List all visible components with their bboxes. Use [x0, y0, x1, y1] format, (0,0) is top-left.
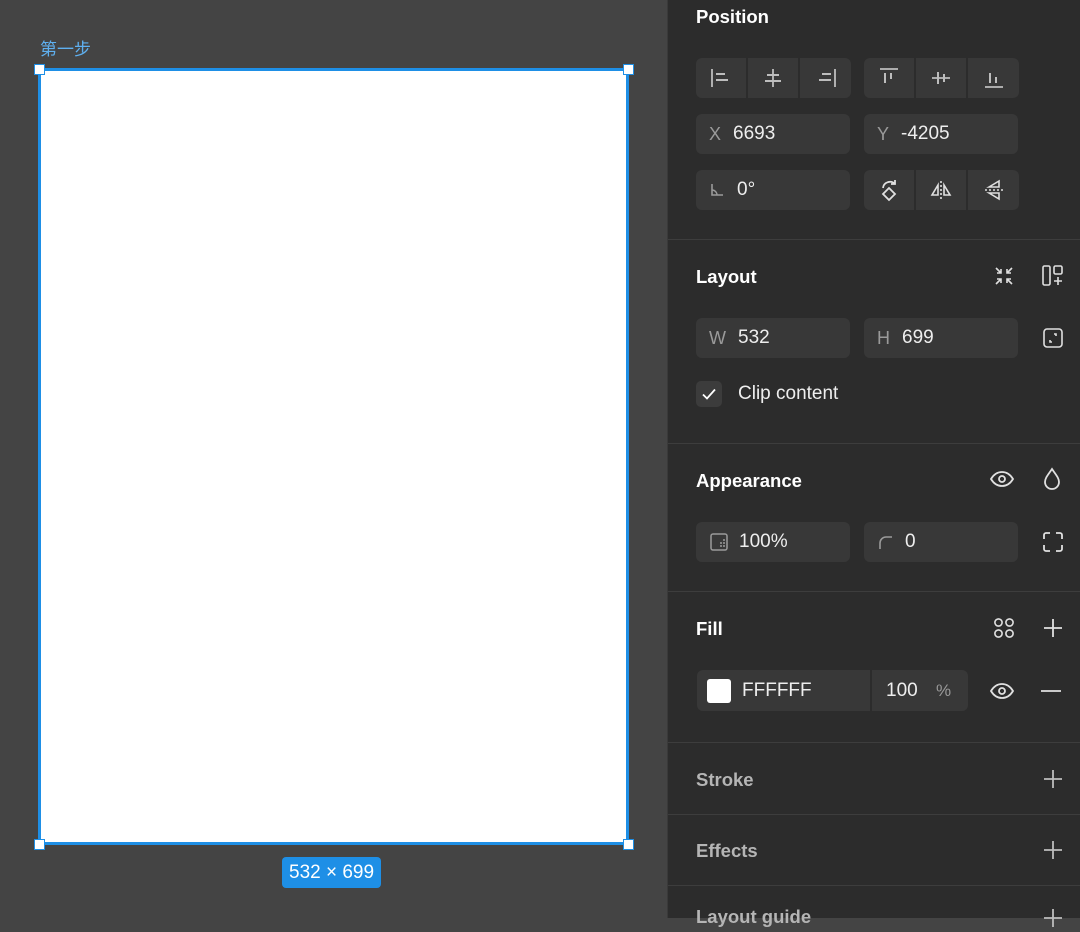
clip-content-checkbox[interactable] [696, 381, 722, 407]
remove-fill-button[interactable] [1037, 677, 1065, 705]
section-divider [668, 239, 1080, 240]
flip-vertical-button[interactable] [968, 170, 1019, 210]
fill-opacity-value[interactable]: 100 [886, 680, 936, 702]
x-position-value[interactable]: 6693 [733, 123, 775, 145]
resize-handle-top-right[interactable] [623, 64, 634, 75]
add-layout-guide-button[interactable] [1039, 904, 1067, 932]
independent-corners-button[interactable] [1039, 528, 1067, 556]
align-bottom-button[interactable] [968, 58, 1019, 98]
fill-row[interactable]: FFFFFF 100 % [697, 670, 968, 711]
minimize-arrows-icon [992, 264, 1016, 288]
frame-name-label[interactable]: 第一步 [40, 35, 91, 60]
selected-frame[interactable] [38, 68, 629, 845]
resize-to-fit-button[interactable] [1039, 324, 1067, 352]
flip-horizontal-button[interactable] [916, 170, 968, 210]
style-library-button[interactable] [990, 614, 1018, 642]
align-right-icon [814, 66, 838, 90]
independent-corners-icon [1041, 530, 1065, 554]
stroke-section-title: Stroke [696, 769, 754, 790]
align-right-button[interactable] [800, 58, 851, 98]
appearance-section-title: Appearance [696, 470, 802, 491]
collapse-layout-button[interactable] [990, 262, 1018, 290]
rotation-value[interactable]: 0° [737, 179, 755, 201]
position-section-title: Position [696, 6, 769, 27]
add-auto-layout-button[interactable] [1039, 262, 1067, 290]
layout-section-title: Layout [696, 266, 757, 287]
section-divider [668, 814, 1080, 815]
plus-icon [1041, 906, 1065, 930]
plus-icon [1041, 616, 1065, 640]
align-top-button[interactable] [864, 58, 916, 98]
fill-opacity-unit: % [936, 680, 952, 700]
toggle-fill-visibility-button[interactable] [988, 677, 1016, 705]
blend-mode-button[interactable] [1038, 465, 1066, 493]
width-value[interactable]: 532 [738, 327, 770, 349]
align-left-icon [709, 66, 733, 90]
w-prefix-label: W [709, 327, 726, 348]
fill-hex-value[interactable]: FFFFFF [742, 680, 870, 702]
rotation-field[interactable]: 0° [696, 170, 850, 210]
eye-icon [988, 465, 1016, 493]
resize-handle-bottom-right[interactable] [623, 839, 634, 850]
align-horizontal-center-icon [761, 66, 785, 90]
y-position-value[interactable]: -4205 [901, 123, 950, 145]
align-top-icon [877, 66, 901, 90]
corner-radius-value[interactable]: 0 [905, 531, 916, 553]
resize-handle-top-left[interactable] [34, 64, 45, 75]
flip-horizontal-icon [929, 178, 953, 202]
section-divider [668, 443, 1080, 444]
section-divider [668, 591, 1080, 592]
align-vertical-center-button[interactable] [916, 58, 968, 98]
opacity-value[interactable]: 100% [739, 531, 788, 553]
add-effect-button[interactable] [1039, 836, 1067, 864]
design-canvas[interactable]: 第一步 532 × 699 [0, 0, 667, 918]
toggle-visibility-button[interactable] [988, 465, 1016, 493]
minus-icon [1039, 679, 1063, 703]
rotate-90-button[interactable] [864, 170, 916, 210]
height-value[interactable]: 699 [902, 327, 934, 349]
rotation-angle-icon [709, 182, 725, 198]
transform-group [864, 170, 1019, 210]
align-left-button[interactable] [696, 58, 748, 98]
horizontal-align-group [696, 58, 851, 98]
fill-color-swatch[interactable] [707, 678, 731, 703]
width-field[interactable]: W 532 [696, 318, 850, 358]
fill-section-title: Fill [696, 618, 723, 639]
y-prefix-label: Y [877, 123, 890, 144]
plus-icon [1041, 838, 1065, 862]
resize-handle-bottom-left[interactable] [34, 839, 45, 850]
align-vertical-center-icon [929, 66, 953, 90]
plus-icon [1041, 767, 1065, 791]
align-horizontal-center-button[interactable] [748, 58, 800, 98]
vertical-align-group [864, 58, 1019, 98]
auto-layout-add-icon [1040, 263, 1066, 289]
section-divider [668, 885, 1080, 886]
clip-content-label[interactable]: Clip content [738, 383, 838, 405]
effects-section-title: Effects [696, 840, 758, 861]
add-fill-button[interactable] [1039, 614, 1067, 642]
y-position-field[interactable]: Y -4205 [864, 114, 1018, 154]
section-divider [668, 742, 1080, 743]
flip-vertical-icon [982, 178, 1006, 202]
eye-icon [988, 677, 1016, 705]
h-prefix-label: H [877, 327, 890, 348]
rotate-icon [877, 178, 901, 202]
corner-radius-icon [877, 534, 893, 550]
corner-radius-field[interactable]: 0 [864, 522, 1018, 562]
align-bottom-icon [982, 66, 1006, 90]
add-stroke-button[interactable] [1039, 765, 1067, 793]
fill-separator [870, 670, 872, 711]
opacity-icon [709, 532, 729, 552]
layout-guide-section-title: Layout guide [696, 906, 812, 927]
properties-panel: Position X 6693 Y -4205 0° Layout W 532 … [667, 0, 1080, 927]
resize-to-fit-icon [1041, 326, 1065, 350]
x-prefix-label: X [709, 123, 722, 144]
x-position-field[interactable]: X 6693 [696, 114, 850, 154]
frame-size-badge: 532 × 699 [282, 857, 382, 888]
checkmark-icon [700, 385, 718, 403]
opacity-field[interactable]: 100% [696, 522, 850, 562]
styles-grid-icon [991, 615, 1017, 641]
height-field[interactable]: H 699 [864, 318, 1018, 358]
drop-icon [1040, 466, 1064, 492]
